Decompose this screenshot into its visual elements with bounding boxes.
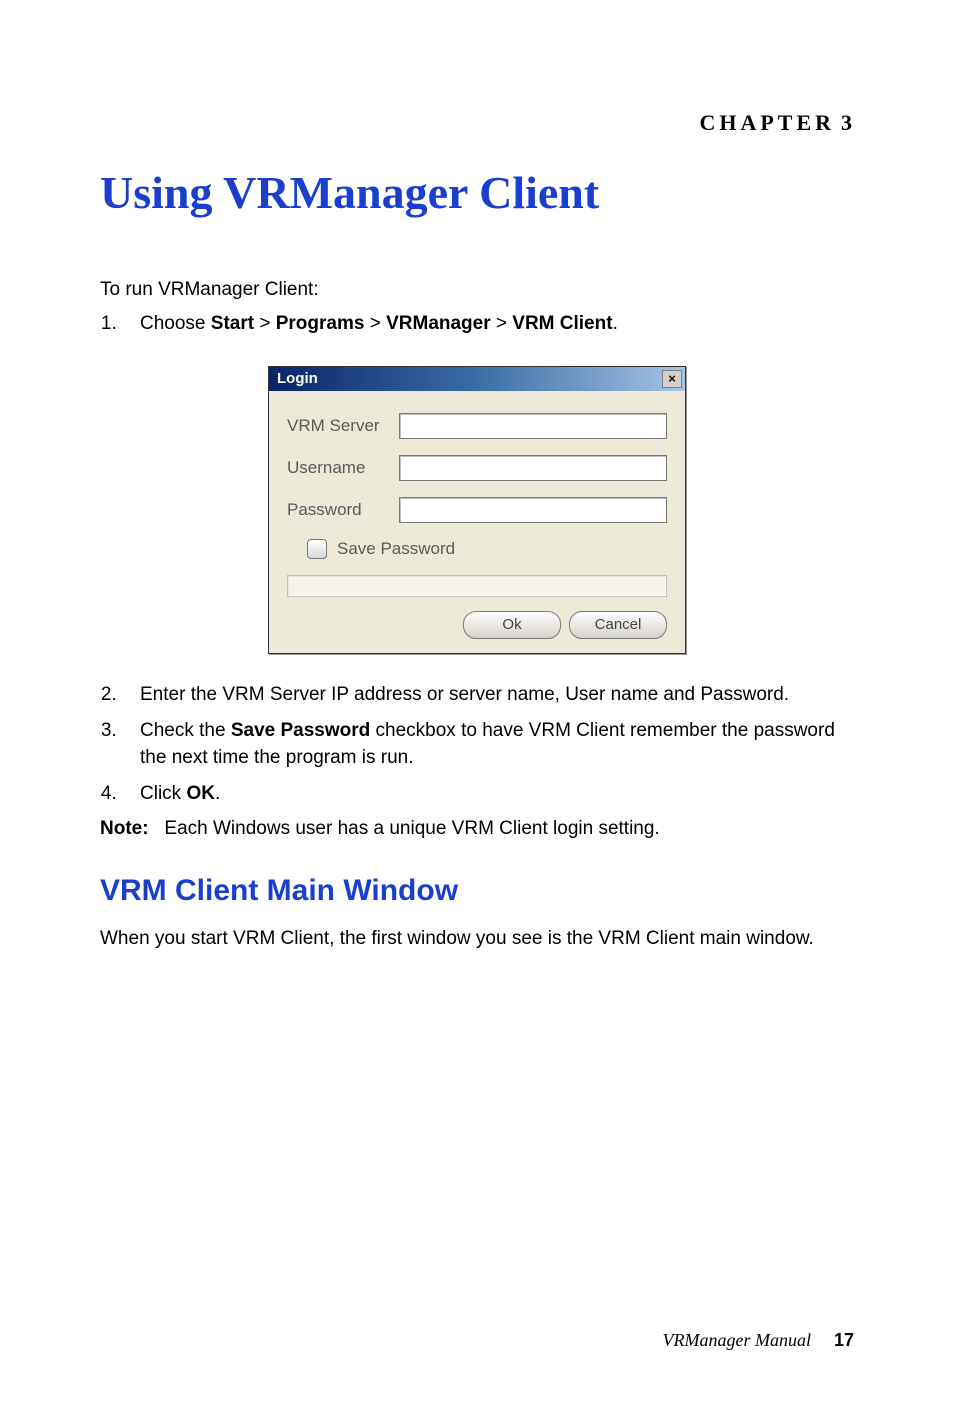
- dialog-titlebar: Login ×: [269, 367, 685, 391]
- password-row: Password: [287, 497, 667, 523]
- step4-bold: OK: [186, 783, 215, 804]
- step4-prefix: Click: [140, 783, 186, 804]
- step3-prefix: Check the: [140, 720, 231, 741]
- vrm-server-row: VRM Server: [287, 413, 667, 439]
- step1-programs: Programs: [276, 313, 365, 334]
- login-dialog-figure: Login × VRM Server Username Password: [100, 366, 854, 654]
- step1-sep2: >: [364, 313, 386, 334]
- step1-prefix: Choose: [140, 313, 211, 334]
- vrm-server-label: VRM Server: [287, 416, 399, 436]
- password-input[interactable]: [399, 497, 667, 523]
- chapter-word: CHAPTER: [699, 110, 835, 135]
- step-2: Enter the VRM Server IP address or serve…: [122, 682, 854, 709]
- footer-page-number: 17: [834, 1330, 854, 1350]
- cancel-button[interactable]: Cancel: [569, 611, 667, 639]
- login-dialog: Login × VRM Server Username Password: [268, 366, 686, 654]
- username-label: Username: [287, 458, 399, 478]
- password-label: Password: [287, 500, 399, 520]
- ok-button[interactable]: Ok: [463, 611, 561, 639]
- step1-suffix: .: [613, 313, 618, 334]
- save-password-checkbox[interactable]: [307, 539, 327, 559]
- ok-button-label: Ok: [502, 616, 521, 633]
- page-title: Using VRManager Client: [100, 166, 854, 219]
- section-body: When you start VRM Client, the first win…: [100, 926, 854, 952]
- chapter-label: CHAPTER3: [100, 110, 854, 136]
- username-row: Username: [287, 455, 667, 481]
- document-page: CHAPTER3 Using VRManager Client To run V…: [0, 0, 954, 1411]
- chapter-number: 3: [841, 110, 854, 135]
- footer-book-title: VRManager Manual: [662, 1330, 810, 1350]
- intro-text: To run VRManager Client:: [100, 279, 854, 301]
- cancel-button-label: Cancel: [595, 616, 642, 633]
- steps-list-continued: Enter the VRM Server IP address or serve…: [100, 682, 854, 808]
- step1-start: Start: [211, 313, 254, 334]
- steps-list: Choose Start > Programs > VRManager > VR…: [100, 311, 854, 338]
- close-icon: ×: [668, 372, 676, 385]
- step4-suffix: .: [215, 783, 220, 804]
- close-button[interactable]: ×: [662, 370, 682, 388]
- step-4: Click OK.: [122, 781, 854, 808]
- note-text: Each Windows user has a unique VRM Clien…: [164, 818, 659, 839]
- section-heading: VRM Client Main Window: [100, 874, 854, 908]
- step-1: Choose Start > Programs > VRManager > VR…: [122, 311, 854, 338]
- dialog-button-row: Ok Cancel: [287, 611, 667, 639]
- vrm-server-input[interactable]: [399, 413, 667, 439]
- note: Note: Each Windows user has a unique VRM…: [100, 818, 854, 840]
- save-password-row: Save Password: [307, 539, 667, 559]
- dialog-title: Login: [277, 370, 318, 387]
- status-bar: [287, 575, 667, 597]
- step1-sep1: >: [254, 313, 276, 334]
- step-3: Check the Save Password checkbox to have…: [122, 718, 854, 771]
- step1-vrm: VRManager: [386, 313, 491, 334]
- page-footer: VRManager Manual 17: [662, 1330, 854, 1351]
- save-password-label: Save Password: [337, 539, 455, 559]
- dialog-body: VRM Server Username Password Save Passwo…: [269, 391, 685, 653]
- step1-sep3: >: [491, 313, 513, 334]
- username-input[interactable]: [399, 455, 667, 481]
- step3-bold: Save Password: [231, 720, 370, 741]
- note-label: Note:: [100, 818, 149, 839]
- step1-client: VRM Client: [512, 313, 612, 334]
